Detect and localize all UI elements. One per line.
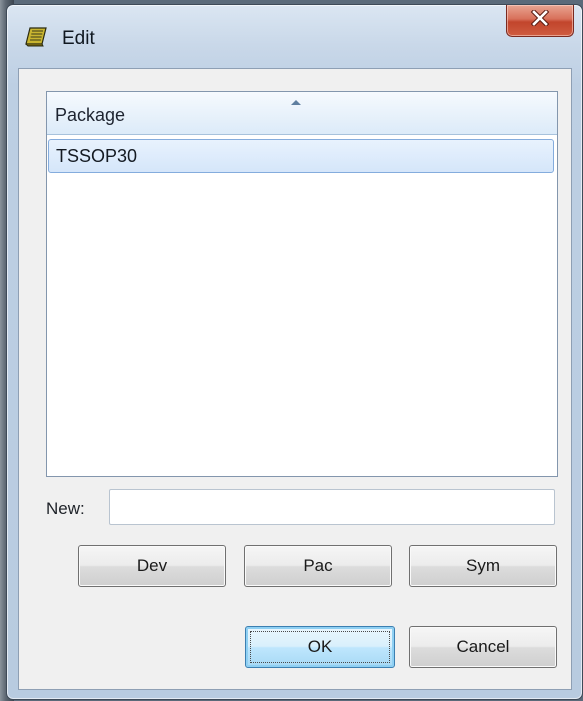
list-item[interactable]: TSSOP30	[48, 139, 554, 173]
column-header-package[interactable]: Package	[47, 92, 557, 135]
pac-button[interactable]: Pac	[244, 545, 392, 587]
dialog-client-area: Package TSSOP30 New: Dev Pac Sym OK Canc…	[18, 68, 572, 690]
ok-button[interactable]: OK	[245, 626, 395, 668]
close-button[interactable]	[506, 5, 574, 37]
package-list[interactable]: Package TSSOP30	[46, 91, 558, 477]
close-icon	[530, 8, 550, 31]
cancel-button[interactable]: Cancel	[409, 626, 557, 668]
list-item-label: TSSOP30	[56, 146, 138, 166]
dev-button[interactable]: Dev	[78, 545, 226, 587]
window-title: Edit	[62, 28, 95, 49]
sort-ascending-icon	[290, 93, 302, 105]
sym-button[interactable]: Sym	[409, 545, 557, 587]
new-label: New:	[46, 499, 85, 518]
new-input[interactable]	[109, 489, 555, 525]
edit-dialog: Edit Package TSSOP30 New: Dev Pac Sym OK…	[6, 4, 583, 700]
column-label: Package	[55, 105, 126, 125]
title-bar[interactable]: Edit	[7, 5, 582, 67]
book-icon	[24, 27, 48, 47]
